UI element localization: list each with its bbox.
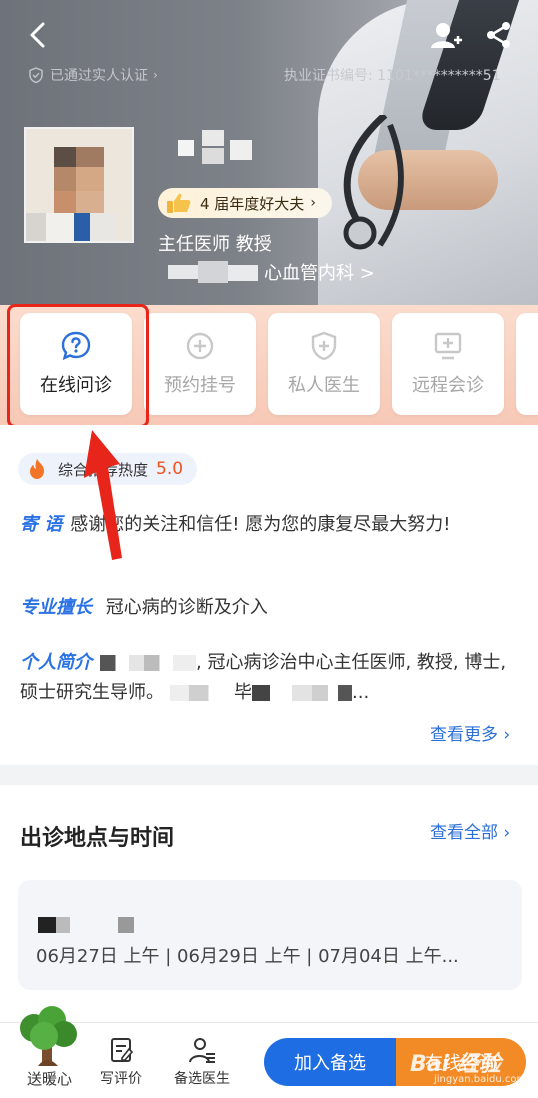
intro-blurred xyxy=(170,685,234,701)
watermark-url: jingyan.baidu.com xyxy=(434,1074,527,1085)
write-review-button[interactable]: 写评价 xyxy=(100,1036,142,1088)
specialty-text: 冠心病的诊断及介入 xyxy=(105,597,268,618)
doctor-title: 主任医师 教授 xyxy=(158,234,272,255)
warm-heart-label[interactable]: 送暖心 xyxy=(27,1068,72,1089)
service-more-partial[interactable] xyxy=(516,313,538,415)
red-arrow-annotation xyxy=(84,430,122,560)
view-more-label: 查看更多 xyxy=(430,725,498,745)
award-text: 4 届年度好大夫 xyxy=(200,194,305,213)
specialty: 专业擅长 冠心病的诊断及介入 xyxy=(20,593,268,619)
service-label: 私人医生 xyxy=(288,375,360,396)
intro-text: 毕 xyxy=(234,682,252,703)
add-to-candidates-button[interactable]: 加入备选 xyxy=(264,1038,396,1086)
verified-text: 已通过实人认证 xyxy=(50,68,148,84)
message-lead: 寄 语 xyxy=(20,514,63,535)
personal-intro: 个人简介, 冠心病诊治中心主任医师, 教授, 博士, 硕士研究生导师。毕... xyxy=(20,648,515,708)
view-all-label: 查看全部 xyxy=(430,823,498,843)
department-link[interactable]: 心血管内科 > xyxy=(168,259,375,285)
stethoscope-image xyxy=(343,115,404,250)
add-user-icon[interactable] xyxy=(430,20,462,52)
schedule-location-blurred xyxy=(38,917,138,933)
service-label: 预约挂号 xyxy=(164,375,236,396)
intro-lead: 个人简介 xyxy=(20,652,92,673)
department-text: 心血管内科 > xyxy=(264,263,375,284)
share-icon[interactable] xyxy=(484,20,514,50)
schedule-card[interactable] xyxy=(18,880,522,990)
review-label: 写评价 xyxy=(100,1071,142,1087)
chevron-right-icon: › xyxy=(503,823,511,843)
service-label: 远程会诊 xyxy=(412,375,484,396)
hospital-name-blurred xyxy=(168,261,260,283)
verified-badge[interactable]: 已通过实人认证 › xyxy=(28,64,158,86)
doctor-avatar xyxy=(24,127,134,243)
service-remote-consult[interactable]: 远程会诊 xyxy=(392,313,504,415)
service-appointment[interactable]: 预约挂号 xyxy=(144,313,256,415)
heat-value: 5.0 xyxy=(156,459,184,479)
intro-blurred xyxy=(252,685,352,701)
back-icon[interactable] xyxy=(24,20,54,50)
edit-note-icon xyxy=(111,1038,134,1062)
candidate-label: 备选医生 xyxy=(174,1071,230,1087)
schedule-times: 06月27日 上午 | 06月29日 上午 | 07月04日 上午... xyxy=(36,946,459,967)
specialty-lead: 专业擅长 xyxy=(20,597,92,618)
monitor-plus-icon xyxy=(434,332,462,360)
chevron-right-icon: › xyxy=(503,725,511,745)
shield-plus-icon xyxy=(311,331,337,361)
service-private-doctor[interactable]: 私人医生 xyxy=(268,313,380,415)
schedule-title: 出诊地点与时间 xyxy=(20,826,175,851)
highlight-box xyxy=(7,304,149,428)
candidate-doctors-button[interactable]: 备选医生 xyxy=(174,1036,230,1088)
tree-icon[interactable] xyxy=(12,1006,84,1068)
chevron-right-icon: › xyxy=(153,68,158,82)
doctor-list-icon xyxy=(189,1038,215,1063)
intro-blurred xyxy=(100,655,196,671)
fire-icon xyxy=(30,459,44,479)
view-all-link[interactable]: 查看全部 › xyxy=(430,818,510,843)
annual-award-badge[interactable]: 4 届年度好大夫 › xyxy=(158,188,332,218)
thumbs-up-icon xyxy=(167,193,191,213)
plus-clock-icon xyxy=(186,332,214,360)
doctor-name-blurred xyxy=(178,130,268,170)
intro-ellipsis: ... xyxy=(352,682,370,703)
license-number: 执业证书编号: 1101**********51 xyxy=(284,68,501,84)
view-more-link[interactable]: 查看更多 › xyxy=(430,720,510,745)
shield-check-icon xyxy=(29,67,43,83)
chevron-right-icon: › xyxy=(310,195,316,211)
